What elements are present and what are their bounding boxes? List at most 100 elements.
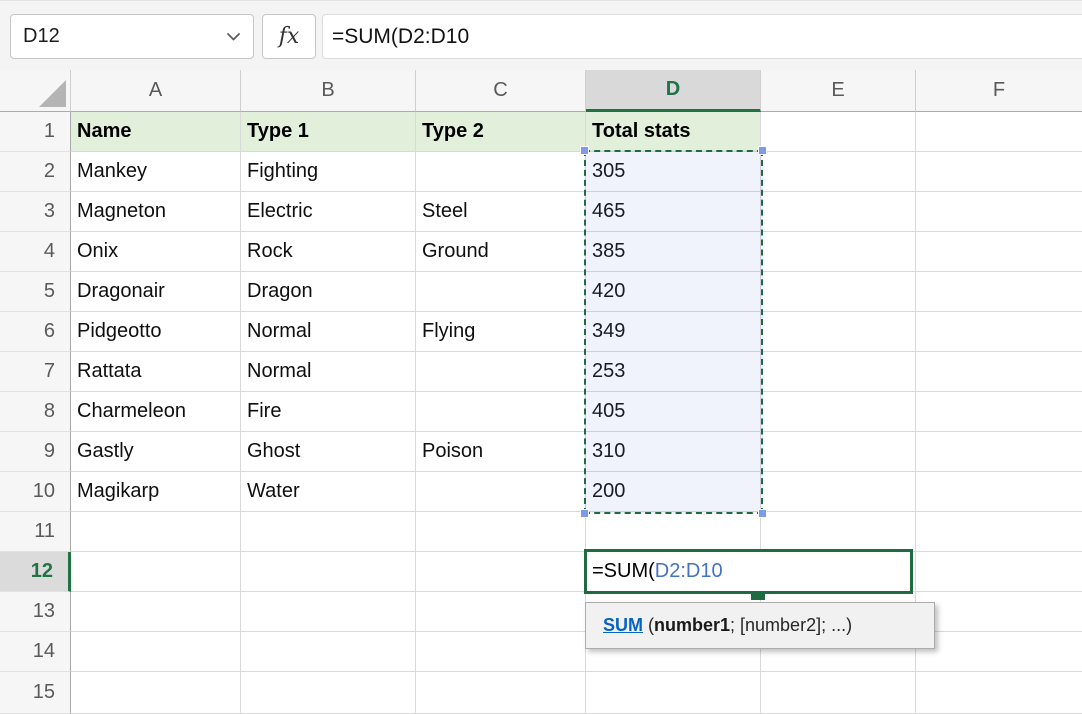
cell-E4[interactable]: [761, 232, 916, 272]
cell-F1[interactable]: [916, 112, 1082, 152]
cell-A9[interactable]: Gastly: [71, 432, 241, 472]
cell-B12[interactable]: [241, 552, 416, 592]
formula-bar-input[interactable]: =SUM(D2:D10: [322, 14, 1082, 59]
cell-E1[interactable]: [761, 112, 916, 152]
cell-A3[interactable]: Magneton: [71, 192, 241, 232]
cell-C13[interactable]: [416, 592, 586, 632]
cell-B9[interactable]: Ghost: [241, 432, 416, 472]
cell-D7[interactable]: 253: [586, 352, 761, 392]
selection-handle-top-left[interactable]: [580, 146, 589, 155]
cell-C10[interactable]: [416, 472, 586, 512]
cell-A5[interactable]: Dragonair: [71, 272, 241, 312]
cell-B6[interactable]: Normal: [241, 312, 416, 352]
cell-C5[interactable]: [416, 272, 586, 312]
selection-handle-bottom-left[interactable]: [580, 509, 589, 518]
cell-E11[interactable]: [761, 512, 916, 552]
cell-B15[interactable]: [241, 672, 416, 714]
name-box[interactable]: D12: [10, 14, 254, 59]
selection-handle-top-right[interactable]: [758, 146, 767, 155]
chevron-down-icon[interactable]: [226, 32, 241, 42]
row-header-10[interactable]: 10: [0, 472, 71, 512]
cell-B4[interactable]: Rock: [241, 232, 416, 272]
column-header-C[interactable]: C: [416, 70, 586, 112]
cell-D1[interactable]: Total stats: [586, 112, 761, 152]
cell-B11[interactable]: [241, 512, 416, 552]
cell-F12[interactable]: [916, 552, 1082, 592]
cell-C9[interactable]: Poison: [416, 432, 586, 472]
cell-F4[interactable]: [916, 232, 1082, 272]
cell-D10[interactable]: 200: [586, 472, 761, 512]
cell-A10[interactable]: Magikarp: [71, 472, 241, 512]
row-header-2[interactable]: 2: [0, 152, 71, 192]
cell-D3[interactable]: 465: [586, 192, 761, 232]
cell-D4[interactable]: 385: [586, 232, 761, 272]
cell-F15[interactable]: [916, 672, 1082, 714]
cell-F6[interactable]: [916, 312, 1082, 352]
row-header-9[interactable]: 9: [0, 432, 71, 472]
row-header-7[interactable]: 7: [0, 352, 71, 392]
cell-D8[interactable]: 405: [586, 392, 761, 432]
cell-F11[interactable]: [916, 512, 1082, 552]
cell-B7[interactable]: Normal: [241, 352, 416, 392]
cell-B13[interactable]: [241, 592, 416, 632]
column-header-A[interactable]: A: [71, 70, 241, 112]
cell-A14[interactable]: [71, 632, 241, 672]
selection-handle-bottom-right[interactable]: [758, 509, 767, 518]
cell-B5[interactable]: Dragon: [241, 272, 416, 312]
cell-A1[interactable]: Name: [71, 112, 241, 152]
cell-E8[interactable]: [761, 392, 916, 432]
row-header-1[interactable]: 1: [0, 112, 71, 152]
cell-E5[interactable]: [761, 272, 916, 312]
cell-D11[interactable]: [586, 512, 761, 552]
column-header-B[interactable]: B: [241, 70, 416, 112]
row-header-3[interactable]: 3: [0, 192, 71, 232]
cell-A6[interactable]: Pidgeotto: [71, 312, 241, 352]
sum-function-link[interactable]: SUM: [603, 615, 643, 636]
cell-B1[interactable]: Type 1: [241, 112, 416, 152]
cell-C12[interactable]: [416, 552, 586, 592]
column-header-E[interactable]: E: [761, 70, 916, 112]
cell-E6[interactable]: [761, 312, 916, 352]
cell-E7[interactable]: [761, 352, 916, 392]
row-header-13[interactable]: 13: [0, 592, 71, 632]
cell-D15[interactable]: [586, 672, 761, 714]
cell-A7[interactable]: Rattata: [71, 352, 241, 392]
row-header-12[interactable]: 12: [0, 552, 71, 592]
cell-C1[interactable]: Type 2: [416, 112, 586, 152]
cell-F13[interactable]: [916, 592, 1082, 632]
cell-C11[interactable]: [416, 512, 586, 552]
cell-E3[interactable]: [761, 192, 916, 232]
cell-E9[interactable]: [761, 432, 916, 472]
cell-F9[interactable]: [916, 432, 1082, 472]
cell-F7[interactable]: [916, 352, 1082, 392]
cell-A13[interactable]: [71, 592, 241, 632]
row-header-4[interactable]: 4: [0, 232, 71, 272]
cell-A12[interactable]: [71, 552, 241, 592]
cell-A2[interactable]: Mankey: [71, 152, 241, 192]
cell-F10[interactable]: [916, 472, 1082, 512]
cell-A8[interactable]: Charmeleon: [71, 392, 241, 432]
editing-cell-D12[interactable]: =SUM(D2:D10: [584, 549, 913, 594]
cell-B3[interactable]: Electric: [241, 192, 416, 232]
column-header-D[interactable]: D: [586, 70, 761, 112]
cell-B14[interactable]: [241, 632, 416, 672]
cell-D6[interactable]: 349: [586, 312, 761, 352]
cell-F5[interactable]: [916, 272, 1082, 312]
cell-F3[interactable]: [916, 192, 1082, 232]
row-header-11[interactable]: 11: [0, 512, 71, 552]
row-header-6[interactable]: 6: [0, 312, 71, 352]
cell-C3[interactable]: Steel: [416, 192, 586, 232]
cell-F8[interactable]: [916, 392, 1082, 432]
cell-C15[interactable]: [416, 672, 586, 714]
row-header-14[interactable]: 14: [0, 632, 71, 672]
cell-C2[interactable]: [416, 152, 586, 192]
cell-E10[interactable]: [761, 472, 916, 512]
cell-C8[interactable]: [416, 392, 586, 432]
cell-B2[interactable]: Fighting: [241, 152, 416, 192]
cell-C14[interactable]: [416, 632, 586, 672]
cell-C7[interactable]: [416, 352, 586, 392]
row-header-15[interactable]: 15: [0, 672, 71, 714]
cell-D9[interactable]: 310: [586, 432, 761, 472]
cell-A11[interactable]: [71, 512, 241, 552]
cell-B10[interactable]: Water: [241, 472, 416, 512]
